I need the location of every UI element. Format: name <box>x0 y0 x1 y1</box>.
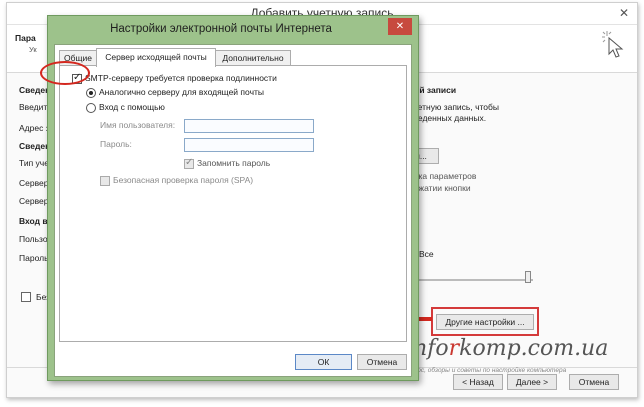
left-label-8: Пользо <box>19 234 48 244</box>
spa-checkbox[interactable] <box>100 176 110 186</box>
close-icon[interactable]: ✕ <box>388 18 412 35</box>
watermark-text-suffix: komp.com.ua <box>459 336 609 361</box>
left-label-5: Сервер <box>19 178 49 188</box>
dialog-body: Общие Сервер исходящей почты Дополнитель… <box>54 44 412 377</box>
left-label-7: Вход в <box>19 216 48 226</box>
tab-outgoing-server[interactable]: Сервер исходящей почты <box>96 48 216 67</box>
ok-button[interactable]: ОК <box>295 354 352 370</box>
username-field[interactable] <box>184 119 314 133</box>
left-label-9: Пароль <box>19 253 49 263</box>
watermark-tagline: Износ, обзоры и советы по настройке комп… <box>406 367 567 374</box>
spa-label: Безопасная проверка пароля (SPA) <box>113 175 254 185</box>
left-label-3: Сведен <box>19 141 51 151</box>
left-label-2: Адрес з <box>19 123 50 133</box>
watermark-text-accent: r <box>448 336 460 361</box>
left-label-6: Сервер <box>19 196 49 206</box>
password-field[interactable] <box>184 138 314 152</box>
outgoing-server-panel: SMTP-серверу требуется проверка подлинно… <box>59 65 407 342</box>
same-as-incoming-label: Аналогично серверу для входящей почты <box>99 87 264 97</box>
cursor-click-icon <box>602 31 624 58</box>
left-label-0: Сведен <box>19 85 51 95</box>
remember-checkbox[interactable] <box>21 292 31 302</box>
dialog-cancel-button[interactable]: Отмена <box>357 354 407 370</box>
offline-slider-thumb[interactable] <box>525 271 531 283</box>
right-desc-line1: учетную запись, чтобы <box>409 102 500 112</box>
remember-password-label: Запомнить пароль <box>197 158 271 168</box>
password-label: Пароль: <box>100 139 132 149</box>
remember-password-checkbox[interactable] <box>184 157 194 169</box>
header-subtitle: Ук <box>29 45 37 54</box>
login-with-label: Вход с помощью <box>99 102 165 112</box>
smtp-auth-label: SMTP-серверу требуется проверка подлинно… <box>85 73 277 83</box>
other-settings-button[interactable]: Другие настройки ... <box>436 314 534 330</box>
right-desc-line2: введенных данных. <box>409 113 487 123</box>
smtp-highlight-oval <box>40 61 90 85</box>
close-icon[interactable]: ✕ <box>619 6 629 20</box>
login-with-radio[interactable] <box>86 103 96 113</box>
username-label: Имя пользователя: <box>100 120 176 130</box>
dialog-title: Настройки электронной почты Интернета <box>110 23 332 35</box>
tab-advanced[interactable]: Дополнительно <box>215 50 291 66</box>
offline-slider-track <box>417 279 533 281</box>
all-label: Все <box>419 249 434 259</box>
right-hint-line1: ерка параметров <box>409 171 477 181</box>
left-label-1: Введит <box>19 102 48 112</box>
watermark-text: inforkomp.com.ua <box>406 336 608 361</box>
header-title: Пара <box>15 33 36 43</box>
internet-email-settings-dialog: Настройки электронной почты Интернета ✕ … <box>47 15 419 381</box>
same-as-incoming-radio[interactable] <box>86 88 96 98</box>
dialog-titlebar: Настройки электронной почты Интернета ✕ <box>48 16 418 44</box>
